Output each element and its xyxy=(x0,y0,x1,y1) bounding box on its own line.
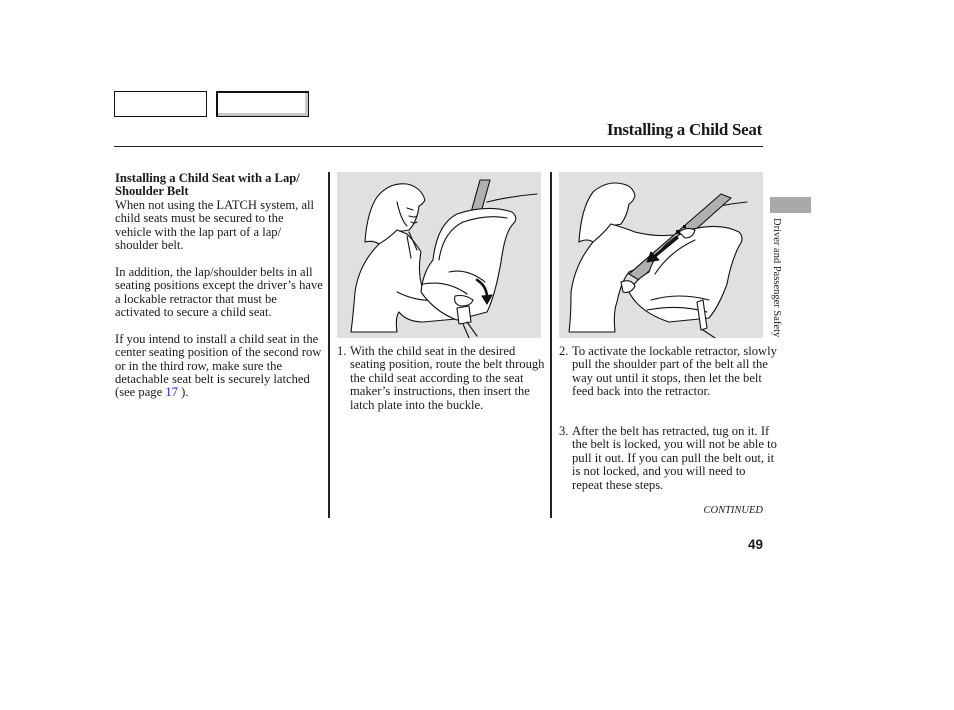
page-number: 49 xyxy=(747,537,763,552)
step-2: 2. To activate the lockable retractor, sl… xyxy=(559,344,777,399)
paragraph-center-end: ). xyxy=(177,385,189,400)
column-divider xyxy=(550,172,552,518)
left-column: Installing a Child Seat with a Lap/ Shou… xyxy=(115,171,323,400)
page-reference-link[interactable]: 17 xyxy=(165,385,178,399)
step-text: To activate the lockable retractor, slow… xyxy=(572,344,777,399)
section-tab[interactable] xyxy=(770,197,811,213)
step-number: 2. xyxy=(559,344,569,358)
step-text: After the belt has retracted, tug on it.… xyxy=(572,424,777,492)
nav-box-previous[interactable] xyxy=(114,91,207,117)
section-heading-line1: Installing a Child Seat with a Lap/ xyxy=(115,171,300,185)
paragraph-center-text: If you intend to install a child seat in… xyxy=(115,331,322,400)
step-text: With the child seat in the desired seati… xyxy=(350,344,545,412)
child-seat-routing-illustration xyxy=(337,172,541,338)
continued-label: CONTINUED xyxy=(703,505,763,516)
paragraph-lockable-retractor: In addition, the lap/shoulder belts in a… xyxy=(115,264,323,320)
section-tab-label: Driver and Passenger Safety xyxy=(769,218,783,360)
column-divider xyxy=(328,172,330,518)
section-heading: Installing a Child Seat with a Lap/ Shou… xyxy=(115,171,323,199)
title-divider xyxy=(114,146,763,147)
retractor-pull-illustration xyxy=(559,172,763,338)
step-number: 3. xyxy=(559,424,569,438)
paragraph-center-seating: If you intend to install a child seat in… xyxy=(115,331,323,400)
section-heading-line2: Shoulder Belt xyxy=(115,184,189,199)
section-tab-text: Driver and Passenger Safety xyxy=(771,218,782,338)
paragraph-latch: When not using the LATCH system, all chi… xyxy=(115,197,315,253)
step-number: 1. xyxy=(337,344,347,358)
nav-box-next[interactable] xyxy=(216,91,309,117)
page-title: Installing a Child Seat xyxy=(606,120,762,139)
step-1: 1. With the child seat in the desired sea… xyxy=(337,344,550,412)
step-3: 3. After the belt has retracted, tug on i… xyxy=(559,424,777,492)
